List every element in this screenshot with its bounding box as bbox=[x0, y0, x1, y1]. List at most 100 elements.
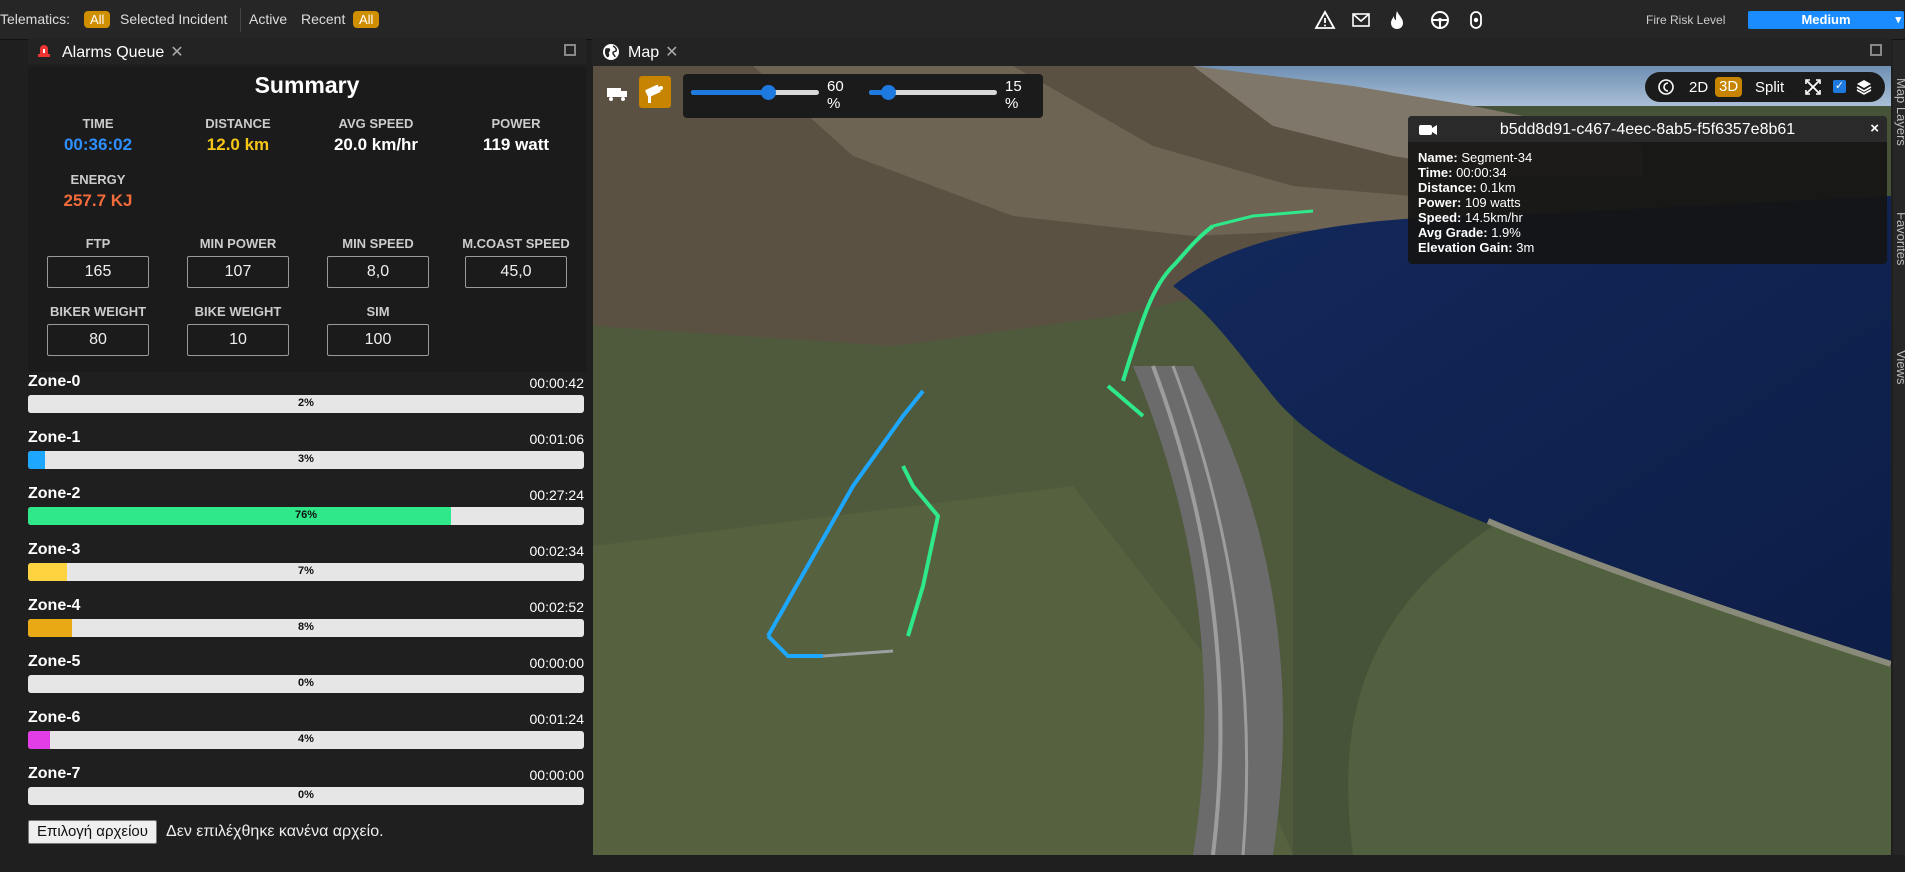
mail-icon[interactable] bbox=[1350, 9, 1372, 31]
min-speed-input[interactable]: 8,0 bbox=[327, 256, 429, 288]
stat-distance: DISTANCE 12.0 km bbox=[168, 116, 308, 155]
layer-checkbox[interactable]: ✓ bbox=[1833, 80, 1846, 93]
opacity-slider-1[interactable] bbox=[691, 85, 819, 100]
segment-popup: b5dd8d91-c467-4eec-8ab5-f5f6357e8b61 × N… bbox=[1408, 116, 1887, 264]
slider-knob[interactable] bbox=[760, 85, 776, 100]
zone-percent: 3% bbox=[298, 453, 314, 465]
stat-label: DISTANCE bbox=[205, 116, 271, 131]
stat-avg-speed: AVG SPEED 20.0 km/hr bbox=[306, 116, 446, 155]
expand-icon[interactable] bbox=[1870, 44, 1882, 56]
filter-all-button[interactable]: All bbox=[84, 11, 111, 28]
zone-row: Zone-2 00:27:24 76% bbox=[28, 485, 584, 539]
choose-file-button[interactable]: Επιλογή αρχείου bbox=[28, 820, 157, 844]
side-tab-strip bbox=[1893, 40, 1905, 855]
coast-speed-input[interactable]: 45,0 bbox=[465, 256, 567, 288]
zone-percent: 8% bbox=[298, 621, 314, 633]
popup-value: Segment-34 bbox=[1461, 150, 1533, 165]
popup-row: Distance: 0.1km bbox=[1418, 180, 1534, 195]
zone-name: Zone-3 bbox=[28, 541, 81, 558]
fire-risk-select[interactable]: Medium ▾ bbox=[1748, 11, 1904, 29]
param-ftp: FTP 165 bbox=[28, 236, 168, 288]
param-label: MIN POWER bbox=[199, 236, 277, 251]
tab-alarms-queue-label: Alarms Queue bbox=[62, 44, 165, 61]
zone-percent: 4% bbox=[298, 733, 314, 745]
zone-name: Zone-2 bbox=[28, 485, 81, 502]
stat-value: 257.7 KJ bbox=[63, 191, 133, 210]
tab-views[interactable]: Views bbox=[1894, 350, 1905, 384]
vehicle-icon[interactable] bbox=[605, 84, 629, 102]
selected-incident-button[interactable]: Selected Incident bbox=[120, 11, 227, 27]
param-label: MIN SPEED bbox=[342, 236, 414, 251]
param-label: FTP bbox=[85, 236, 111, 251]
compass-icon[interactable] bbox=[1657, 78, 1675, 96]
param-label: SIM bbox=[366, 304, 390, 319]
tab-map[interactable]: Map ✕ bbox=[628, 42, 679, 62]
zone-percent: 7% bbox=[298, 565, 314, 577]
steering-wheel-icon[interactable] bbox=[1429, 9, 1451, 31]
summary-title: Summary bbox=[254, 72, 360, 98]
stat-value: 20.0 km/hr bbox=[333, 135, 419, 154]
mode-split-button[interactable]: Split bbox=[1755, 79, 1784, 96]
popup-row: Speed: 14.5km/hr bbox=[1418, 210, 1534, 225]
opacity-slider-2[interactable] bbox=[869, 85, 997, 100]
mode-2d-button[interactable]: 2D bbox=[1689, 79, 1708, 96]
popup-title: b5dd8d91-c467-4eec-8ab5-f5f6357e8b61 bbox=[1499, 121, 1796, 138]
alarms-tab-header: Alarms Queue ✕ bbox=[28, 38, 586, 64]
camera-button[interactable] bbox=[639, 76, 671, 108]
slider-value: 15 bbox=[1005, 78, 1022, 95]
zone-progress-bar: 76% bbox=[28, 507, 584, 525]
stat-power: POWER 119 watt bbox=[446, 116, 586, 155]
popup-close-button[interactable]: × bbox=[1870, 120, 1879, 137]
fire-icon[interactable] bbox=[1386, 9, 1408, 31]
tab-map-layers[interactable]: Map Layers bbox=[1894, 78, 1905, 146]
active-button[interactable]: Active bbox=[249, 11, 287, 27]
min-power-input[interactable]: 107 bbox=[187, 256, 289, 288]
zone-percent: 0% bbox=[298, 677, 314, 689]
layers-icon[interactable] bbox=[1855, 78, 1873, 96]
close-icon[interactable]: ✕ bbox=[170, 44, 183, 61]
zone-row: Zone-3 00:02:34 7% bbox=[28, 541, 584, 595]
popup-details: Name: Segment-34 Time: 00:00:34 Distance… bbox=[1418, 150, 1534, 255]
bike-weight-input[interactable]: 10 bbox=[187, 324, 289, 356]
param-bike-weight: BIKE WEIGHT 10 bbox=[168, 304, 308, 356]
recent-all-button[interactable]: All bbox=[353, 11, 380, 28]
map-view[interactable]: 60% 15% 2D 3D Split ✓ b5dd8d91-c467-4eec… bbox=[593, 66, 1891, 855]
fullscreen-icon[interactable] bbox=[1805, 79, 1821, 95]
popup-row: Avg Grade: 1.9% bbox=[1418, 225, 1534, 240]
popup-header: b5dd8d91-c467-4eec-8ab5-f5f6357e8b61 × bbox=[1408, 116, 1887, 142]
stat-label: AVG SPEED bbox=[338, 116, 414, 131]
tab-alarms-queue[interactable]: Alarms Queue ✕ bbox=[62, 42, 184, 62]
slider-value: 60 bbox=[827, 78, 844, 95]
zone-time: 00:01:24 bbox=[529, 711, 585, 727]
telematics-label: Telematics: bbox=[0, 11, 71, 27]
close-icon[interactable]: ✕ bbox=[665, 44, 678, 61]
globe-icon bbox=[602, 43, 620, 61]
stat-value: 12.0 km bbox=[206, 135, 270, 154]
popup-key: Elevation Gain: bbox=[1418, 240, 1513, 255]
slider-knob[interactable] bbox=[881, 85, 897, 100]
popup-value: 00:00:34 bbox=[1456, 165, 1507, 180]
popup-key: Speed: bbox=[1418, 210, 1462, 225]
sim-input[interactable]: 100 bbox=[327, 324, 429, 356]
tab-favorites[interactable]: Favorites bbox=[1894, 212, 1905, 265]
mode-3d-button[interactable]: 3D bbox=[1715, 77, 1743, 97]
zone-percent: 2% bbox=[298, 397, 314, 409]
sensor-icon[interactable] bbox=[1465, 9, 1487, 31]
tab-map-label: Map bbox=[628, 44, 660, 61]
recent-button[interactable]: Recent bbox=[301, 11, 345, 27]
popup-value: 109 watts bbox=[1464, 195, 1521, 210]
zone-row: Zone-5 00:00:00 0% bbox=[28, 653, 584, 707]
warning-icon[interactable] bbox=[1314, 9, 1336, 31]
slider-fill bbox=[691, 90, 768, 95]
param-label: BIKER WEIGHT bbox=[49, 304, 147, 319]
biker-weight-input[interactable]: 80 bbox=[47, 324, 149, 356]
popup-row: Time: 00:00:34 bbox=[1418, 165, 1534, 180]
expand-icon[interactable] bbox=[564, 44, 576, 56]
zone-row: Zone-6 00:01:24 4% bbox=[28, 709, 584, 763]
param-sim: SIM 100 bbox=[308, 304, 448, 356]
slider-unit: % bbox=[827, 95, 841, 112]
stat-energy: ENERGY 257.7 KJ bbox=[28, 172, 168, 211]
popup-value: 3m bbox=[1516, 240, 1535, 255]
ftp-input[interactable]: 165 bbox=[47, 256, 149, 288]
summary-panel: Summary TIME 00:36:02 DISTANCE 12.0 km A… bbox=[28, 66, 586, 372]
